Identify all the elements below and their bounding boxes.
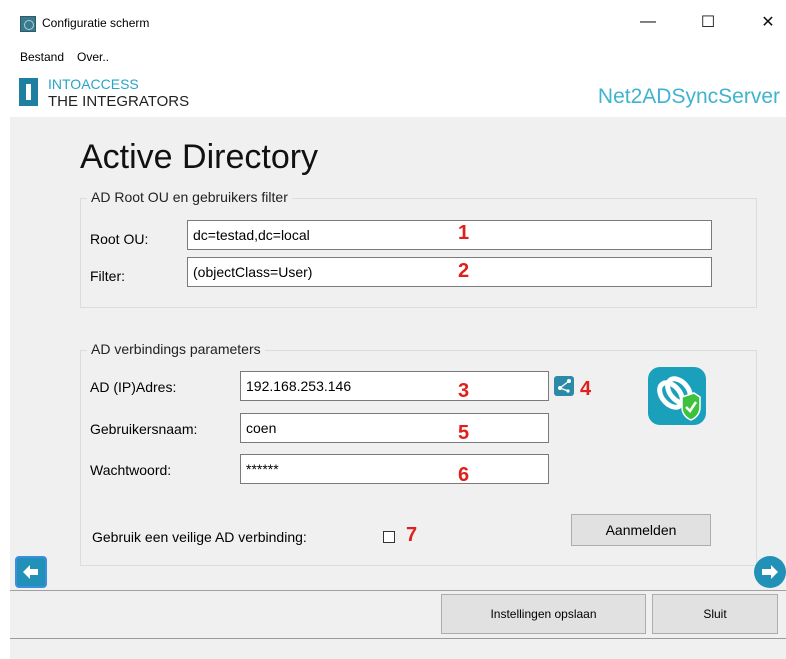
login-button[interactable]: Aanmelden <box>571 514 711 546</box>
arrow-right-icon <box>762 565 778 579</box>
annotation-1: 1 <box>458 222 470 244</box>
minimize-button[interactable]: — <box>626 4 670 40</box>
connection-group-title: AD verbindings parameters <box>87 341 265 357</box>
annotation-2: 2 <box>458 260 470 282</box>
secure-connection-icon <box>648 367 706 425</box>
password-input[interactable] <box>240 454 549 484</box>
maximize-button[interactable]: ☐ <box>686 4 730 40</box>
annotation-4: 4 <box>580 378 592 400</box>
secure-connection-checkbox[interactable] <box>383 531 395 543</box>
arrow-left-icon <box>18 559 44 585</box>
back-button[interactable] <box>15 556 47 588</box>
username-input[interactable] <box>240 413 549 443</box>
menu-bestand[interactable]: Bestand <box>20 50 64 64</box>
address-label: AD (IP)Adres: <box>90 379 177 395</box>
username-label: Gebruikersnaam: <box>90 421 198 437</box>
page-title: Active Directory <box>80 138 319 176</box>
menu-bar: Bestand Over.. <box>10 40 786 72</box>
annotation-5: 5 <box>458 422 470 444</box>
save-settings-button[interactable]: Instellingen opslaan <box>441 594 646 634</box>
filter-label: Filter: <box>90 268 125 284</box>
close-window-button[interactable]: ✕ <box>746 4 786 40</box>
address-input[interactable] <box>240 371 549 401</box>
title-bar: Configuratie scherm — ☐ ✕ <box>10 4 786 40</box>
product-name: Net2ADSyncServer <box>597 85 780 108</box>
bottom-divider <box>10 638 786 639</box>
brand-name: INTOACCESS <box>48 76 139 92</box>
annotation-6: 6 <box>458 464 470 486</box>
root-ou-input[interactable] <box>187 220 712 250</box>
intoaccess-logo <box>19 78 38 106</box>
left-edge <box>0 0 10 659</box>
forward-button[interactable] <box>754 556 786 588</box>
brand-header: INTOACCESS THE INTEGRATORS Net2ADSyncSer… <box>10 72 786 117</box>
network-scan-icon <box>558 379 571 393</box>
window-title: Configuratie scherm <box>42 16 150 30</box>
secure-connection-label: Gebruik een veilige AD verbinding: <box>92 529 307 545</box>
app-icon <box>20 16 36 32</box>
root-ou-group-title: AD Root OU en gebruikers filter <box>87 189 292 205</box>
password-label: Wachtwoord: <box>90 462 172 478</box>
root-ou-label: Root OU: <box>90 231 149 247</box>
configuration-window: Configuratie scherm — ☐ ✕ Bestand Over..… <box>10 4 786 659</box>
root-ou-groupbox: AD Root OU en gebruikers filter <box>80 189 757 308</box>
network-scan-button[interactable] <box>554 376 574 396</box>
secure-link-shield-icon <box>657 376 701 421</box>
brand-tagline: THE INTEGRATORS <box>48 93 190 110</box>
filter-input[interactable] <box>187 257 712 287</box>
annotation-3: 3 <box>458 380 470 402</box>
annotation-7: 7 <box>406 524 418 546</box>
close-button[interactable]: Sluit <box>652 594 778 634</box>
menu-over[interactable]: Over.. <box>77 50 109 64</box>
